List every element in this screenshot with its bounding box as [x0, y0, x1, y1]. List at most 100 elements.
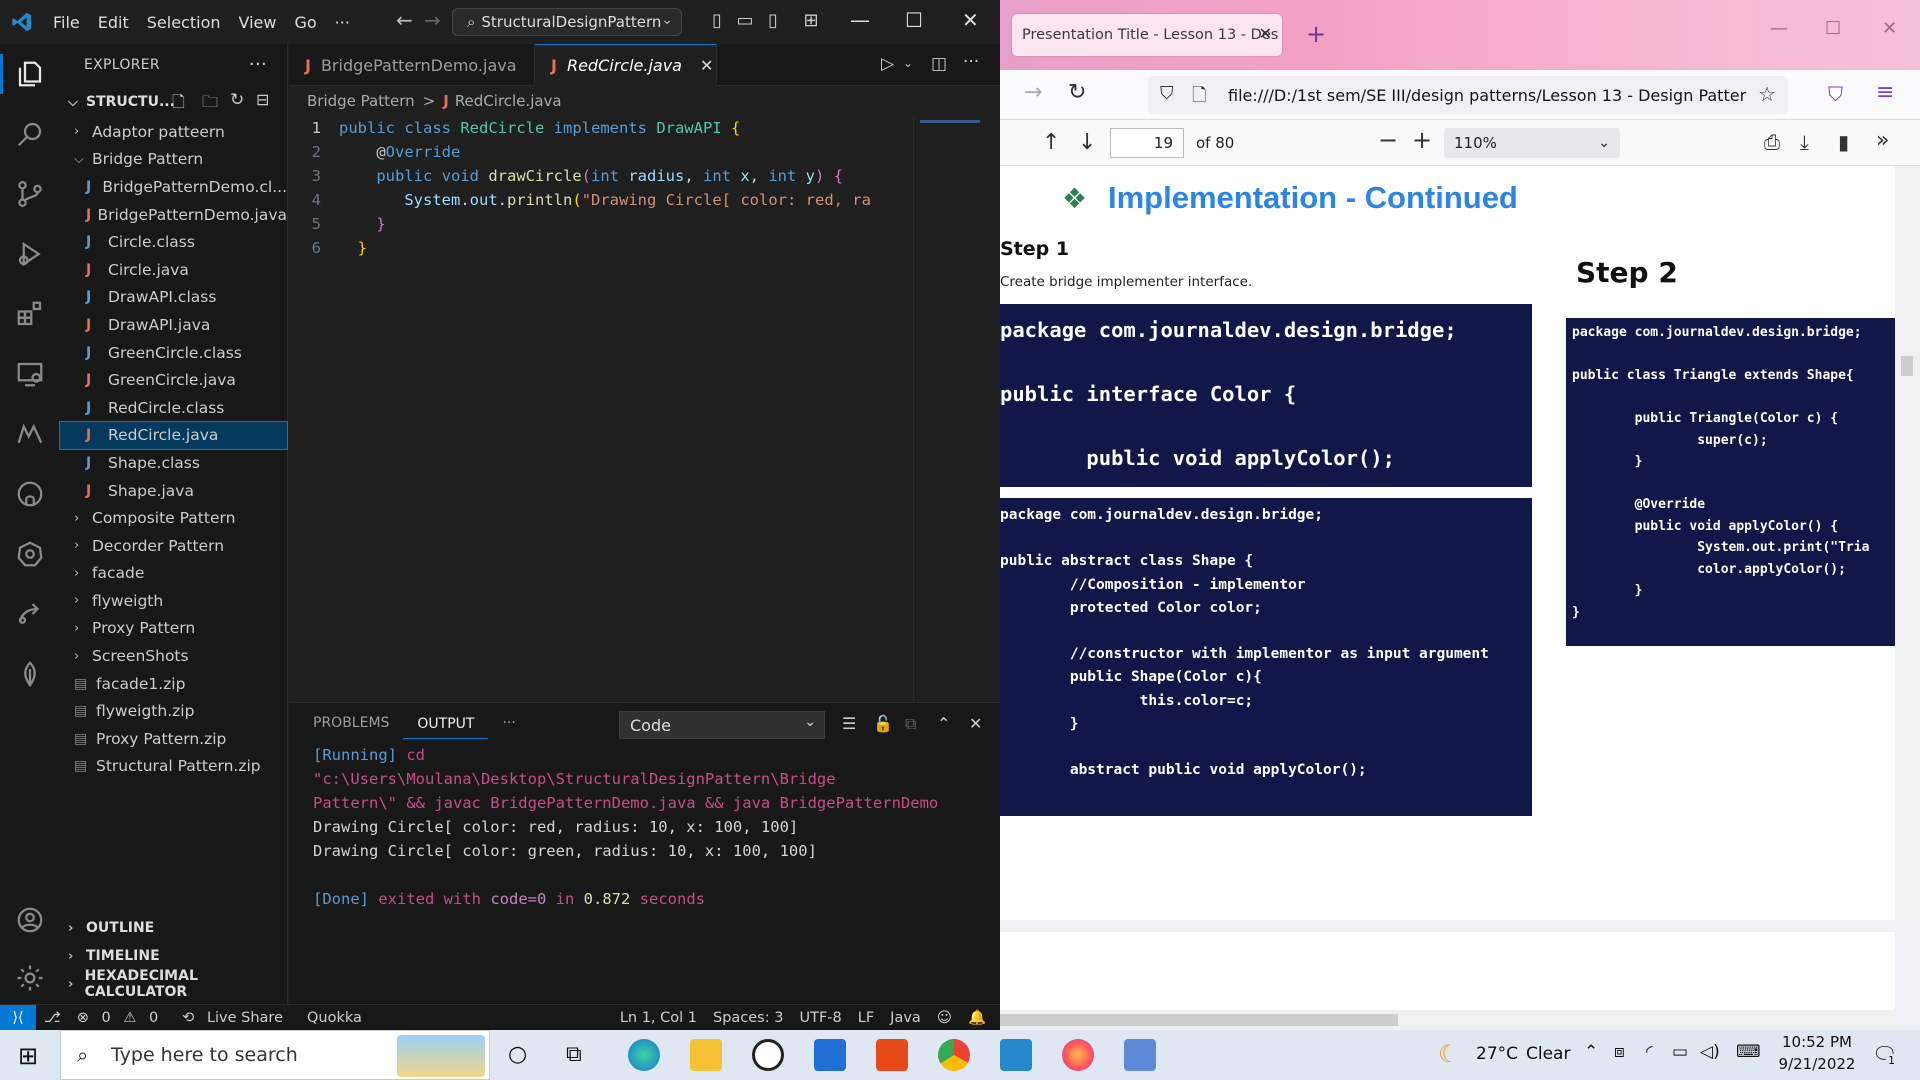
keyboard-icon[interactable]: ⌨: [1736, 1042, 1761, 1062]
close-tab-icon[interactable]: ✕: [700, 56, 713, 75]
tree-folder[interactable]: › flyweigth: [60, 587, 287, 615]
zoom-select[interactable]: 110% ⌄: [1444, 128, 1620, 158]
browser-tab-active[interactable]: Presentation Title - Lesson 13 - Des ✕: [1012, 14, 1282, 56]
tree-file[interactable]: ▤ Structural Pattern.zip: [60, 753, 287, 781]
minimize-icon[interactable]: —: [850, 8, 870, 32]
close-icon[interactable]: ✕: [962, 8, 979, 32]
minimize-icon[interactable]: —: [1770, 18, 1788, 39]
settings-gear-icon[interactable]: [0, 952, 60, 1004]
menu-view[interactable]: View: [230, 13, 286, 32]
remote-indicator-icon[interactable]: ⟩⟨: [0, 1004, 36, 1030]
toggle-secondary-sidebar-icon[interactable]: ▯: [762, 10, 784, 32]
tree-folder[interactable]: › Adaptor patteern: [60, 118, 287, 146]
source-control-icon[interactable]: [0, 168, 60, 220]
taskbar-search[interactable]: ⌕ Type here to search: [60, 1030, 490, 1080]
tree-folder[interactable]: › Decorder Pattern: [60, 532, 287, 560]
code-editor[interactable]: 1 public class RedCircle implements DrawA…: [289, 116, 913, 702]
tree-file[interactable]: J GreenCircle.java: [60, 366, 287, 394]
mail-icon[interactable]: [814, 1039, 846, 1071]
run-icon[interactable]: ▷: [881, 54, 894, 74]
new-file-icon[interactable]: 🗋: [172, 91, 185, 118]
breadcrumb-folder[interactable]: Bridge Pattern: [307, 92, 415, 110]
run-debug-icon[interactable]: [0, 228, 60, 280]
tree-file[interactable]: ▤ facade1.zip: [60, 670, 287, 698]
cortana-icon[interactable]: ○: [508, 1042, 527, 1067]
language-mode[interactable]: Java: [890, 1010, 921, 1026]
clear-output-icon[interactable]: ☰: [842, 714, 856, 733]
menu-edit[interactable]: Edit: [89, 13, 138, 32]
leaf-icon[interactable]: [0, 648, 60, 700]
weather-temp[interactable]: 27°C: [1476, 1044, 1518, 1064]
refresh-icon[interactable]: ↻: [230, 90, 244, 110]
end-of-line[interactable]: LF: [858, 1010, 874, 1026]
menu-more[interactable]: ···: [326, 13, 359, 32]
explorer-more-button[interactable]: ···: [249, 54, 267, 75]
tree-file[interactable]: J Shape.class: [60, 449, 287, 477]
tree-folder[interactable]: › Composite Pattern: [60, 504, 287, 532]
problems-indicator[interactable]: ⊗ 0 ⚠ 0: [77, 1010, 166, 1026]
next-page-icon[interactable]: ↓: [1078, 130, 1096, 155]
minimap[interactable]: [913, 116, 1000, 702]
kubernetes-icon[interactable]: [0, 528, 60, 580]
explorer-icon[interactable]: [0, 48, 60, 100]
search-view-icon[interactable]: [0, 108, 60, 160]
volume-icon[interactable]: ◁): [1700, 1042, 1720, 1062]
edge-icon[interactable]: [628, 1039, 660, 1071]
print-icon[interactable]: ⎙: [1764, 130, 1780, 154]
vertical-scrollbar[interactable]: [1895, 166, 1920, 1010]
tools-chevron-icon[interactable]: »: [1876, 128, 1889, 153]
tray-chevron-icon[interactable]: ⌃: [1584, 1042, 1598, 1062]
chrome-icon[interactable]: [938, 1039, 970, 1071]
battery-icon[interactable]: ▭: [1672, 1042, 1688, 1062]
tree-folder[interactable]: ⌵ Bridge Pattern: [60, 146, 287, 174]
remote-explorer-icon[interactable]: [0, 348, 60, 400]
dell-icon[interactable]: [752, 1039, 784, 1071]
cursor-position[interactable]: Ln 1, Col 1: [620, 1010, 697, 1026]
maximize-panel-icon[interactable]: ⌃: [937, 714, 950, 733]
output-log[interactable]: [Running] cd "c:\Users\Moulana\Desktop\S…: [289, 743, 1000, 911]
zoom-in-icon[interactable]: +: [1412, 126, 1432, 154]
code-line[interactable]: 5 }: [289, 212, 913, 236]
command-center[interactable]: ⌕ StructuralDesignPattern ⌄: [452, 8, 682, 36]
split-editor-icon[interactable]: ◫: [931, 54, 947, 74]
tree-folder[interactable]: › ScreenShots: [60, 642, 287, 670]
output-channel-select[interactable]: Code ⌄: [619, 711, 825, 739]
hex-calculator-section[interactable]: › HEXADECIMAL CALCULATOR: [60, 968, 288, 1000]
indentation[interactable]: Spaces: 3: [713, 1010, 783, 1026]
close-panel-icon[interactable]: ✕: [969, 714, 982, 733]
forward-arrow-icon[interactable]: →: [1024, 80, 1042, 105]
page-number-input[interactable]: 19: [1110, 128, 1184, 158]
zoom-out-icon[interactable]: −: [1378, 126, 1398, 154]
tree-file[interactable]: J BridgePatternDemo.java: [60, 201, 287, 229]
save-icon[interactable]: ⤓: [1800, 130, 1809, 154]
maximize-icon[interactable]: ☐: [1825, 18, 1841, 39]
chevron-down-icon[interactable]: ⌄: [903, 56, 913, 70]
encoding[interactable]: UTF-8: [799, 1010, 841, 1026]
tab-bridgepatterndemo[interactable]: J BridgePatternDemo.java: [289, 44, 535, 86]
code-line[interactable]: 4 System.out.println("Drawing Circle[ co…: [289, 188, 913, 212]
menu-file[interactable]: File: [44, 13, 89, 32]
close-tab-icon[interactable]: ✕: [1259, 24, 1272, 43]
clock-date[interactable]: 9/21/2022: [1778, 1055, 1856, 1073]
tree-file[interactable]: J Shape.java: [60, 477, 287, 505]
vscode-taskbar-icon[interactable]: [1000, 1039, 1032, 1071]
breadcrumb-file[interactable]: RedCircle.java: [455, 92, 562, 110]
pocket-icon[interactable]: ⛉: [1828, 82, 1843, 106]
notifications-bell-icon[interactable]: 🔔: [968, 1009, 986, 1026]
panel-more-button[interactable]: ···: [488, 715, 529, 731]
meet-now-icon[interactable]: ⧈: [1614, 1042, 1625, 1062]
tree-file[interactable]: J Circle.java: [60, 256, 287, 284]
url-bar[interactable]: ⛉ 🗋 file:///D:/1st sem/SE III/design pat…: [1148, 76, 1788, 114]
tree-file[interactable]: J BridgePatternDemo.cl...: [60, 173, 287, 201]
tree-file[interactable]: J GreenCircle.class: [60, 339, 287, 367]
feedback-icon[interactable]: ☺: [937, 1010, 952, 1026]
new-folder-icon[interactable]: 🗀: [202, 91, 218, 118]
code-line[interactable]: 6 }: [289, 236, 913, 260]
tree-folder[interactable]: › facade: [60, 560, 287, 588]
tree-file[interactable]: J DrawAPI.class: [60, 284, 287, 312]
tree-file[interactable]: ▤ Proxy Pattern.zip: [60, 725, 287, 753]
bookmark-icon[interactable]: ▮: [1838, 130, 1849, 154]
tree-file[interactable]: J Circle.class: [60, 228, 287, 256]
previous-page-icon[interactable]: ↑: [1042, 130, 1060, 155]
git-graph-icon[interactable]: ⎇: [44, 1010, 61, 1026]
